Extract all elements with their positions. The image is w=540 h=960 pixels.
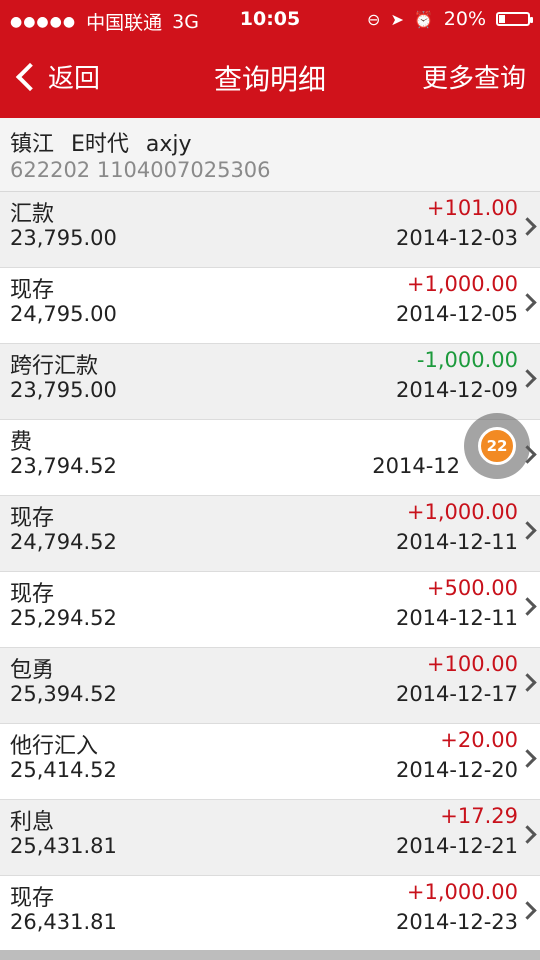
chevron-right-icon <box>518 749 537 768</box>
transaction-type: 他行汇入 <box>10 734 99 759</box>
nav-bar: 返回 查询明细 更多查询 <box>0 38 540 118</box>
transaction-type: 包勇 <box>10 658 55 683</box>
transaction-type: 现存 <box>10 582 55 607</box>
transaction-date: 2014-12-20 <box>395 758 518 782</box>
transaction-row[interactable]: 包勇 25,394.52 +100.00 2014-12-17 <box>0 648 540 724</box>
transaction-date: 2014-12-11 <box>395 530 518 554</box>
scroll-indicator <box>0 950 540 960</box>
transaction-date: 2014-12-17 <box>395 682 518 706</box>
account-number: 622202 1104007025306 <box>10 158 271 182</box>
transaction-amount: +1,000.00 <box>406 272 518 296</box>
transaction-balance: 25,431.81 <box>10 834 117 858</box>
transaction-row[interactable]: 跨行汇款 23,795.00 -1,000.00 2014-12-09 <box>0 344 540 420</box>
transaction-amount: +20.00 <box>440 728 518 752</box>
transaction-balance: 24,795.00 <box>10 302 117 326</box>
chevron-right-icon <box>518 825 537 844</box>
chevron-right-icon <box>518 521 537 540</box>
transaction-row[interactable]: 现存 24,795.00 +1,000.00 2014-12-05 <box>0 268 540 344</box>
chevron-right-icon <box>518 901 537 920</box>
chat-bubble-icon: 22 <box>478 427 516 465</box>
chevron-right-icon <box>518 673 537 692</box>
more-query-button[interactable]: 更多查询 <box>422 58 526 95</box>
transaction-row[interactable]: 利息 25,431.81 +17.29 2014-12-21 <box>0 800 540 876</box>
transaction-type: 利息 <box>10 810 55 835</box>
transaction-type: 费 <box>10 430 33 455</box>
transaction-type: 现存 <box>10 886 55 911</box>
floating-assistant-button[interactable]: 22 <box>464 413 530 479</box>
transaction-amount: +101.00 <box>426 196 518 220</box>
transaction-balance: 25,294.52 <box>10 606 117 630</box>
transaction-date: 2014-12-11 <box>395 606 518 630</box>
account-name: 镇江 E时代 axjy <box>10 132 192 157</box>
transaction-row[interactable]: 现存 25,294.52 +500.00 2014-12-11 <box>0 572 540 648</box>
chevron-right-icon <box>518 597 537 616</box>
transaction-date: 2014-12-09 <box>395 378 518 402</box>
transaction-date: 2014-12-03 <box>395 226 518 250</box>
chevron-right-icon <box>518 217 537 236</box>
chevron-right-icon <box>518 293 537 312</box>
transaction-row[interactable]: 费 23,794.52 2014-12 <box>0 420 540 496</box>
transaction-type: 汇款 <box>10 202 55 227</box>
transaction-balance: 26,431.81 <box>10 910 117 934</box>
transaction-amount: +100.00 <box>426 652 518 676</box>
transaction-row[interactable]: 现存 26,431.81 +1,000.00 2014-12-23 <box>0 876 540 952</box>
transaction-balance: 23,795.00 <box>10 226 117 250</box>
transaction-amount: +1,000.00 <box>406 500 518 524</box>
transaction-date: 2014-12-23 <box>395 910 518 934</box>
transaction-list: 汇款 23,795.00 +101.00 2014-12-03 现存 24,79… <box>0 192 540 952</box>
account-header: 镇江 E时代 axjy 622202 1104007025306 <box>0 118 540 192</box>
transaction-date: 2014-12 <box>372 454 460 478</box>
transaction-balance: 25,394.52 <box>10 682 117 706</box>
battery-icon <box>496 12 533 26</box>
transaction-amount: +1,000.00 <box>406 880 518 904</box>
alarm-icon: ⏰ <box>413 9 434 29</box>
transaction-balance: 23,794.52 <box>10 454 117 478</box>
transaction-row[interactable]: 现存 24,794.52 +1,000.00 2014-12-11 <box>0 496 540 572</box>
transaction-row[interactable]: 汇款 23,795.00 +101.00 2014-12-03 <box>0 192 540 268</box>
transaction-date: 2014-12-05 <box>395 302 518 326</box>
status-right: ⊖ ➤ ⏰ 20% <box>367 8 533 30</box>
transaction-amount: +500.00 <box>426 576 518 600</box>
transaction-date: 2014-12-21 <box>395 834 518 858</box>
status-bar: ●●●●● 中国联通 3G 10:05 ⊖ ➤ ⏰ 20% <box>0 0 540 38</box>
transaction-balance: 23,795.00 <box>10 378 117 402</box>
transaction-type: 跨行汇款 <box>10 354 99 379</box>
transaction-amount: -1,000.00 <box>416 348 518 372</box>
rotation-lock-icon: ⊖ <box>367 9 381 29</box>
transaction-type: 现存 <box>10 278 55 303</box>
chevron-right-icon <box>518 369 537 388</box>
battery-percent: 20% <box>443 8 486 30</box>
transaction-row[interactable]: 他行汇入 25,414.52 +20.00 2014-12-20 <box>0 724 540 800</box>
transaction-balance: 24,794.52 <box>10 530 117 554</box>
location-icon: ➤ <box>390 9 404 29</box>
battery-level <box>499 15 505 23</box>
badge-count: 22 <box>486 437 508 455</box>
transaction-balance: 25,414.52 <box>10 758 117 782</box>
transaction-amount: +17.29 <box>440 804 518 828</box>
transaction-type: 现存 <box>10 506 55 531</box>
